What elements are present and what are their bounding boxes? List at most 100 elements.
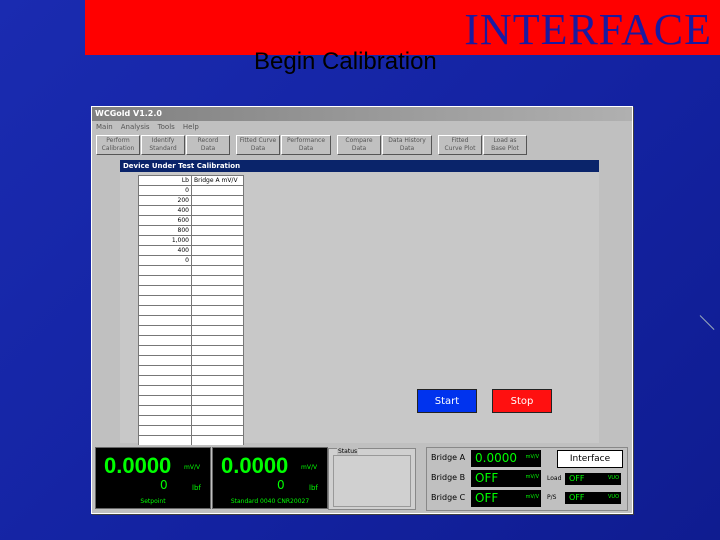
menu-analysis[interactable]: Analysis [121,121,150,133]
bridge-cell[interactable] [191,255,244,266]
lb-cell[interactable] [138,375,192,386]
table-row[interactable] [138,425,244,436]
bridge-cell[interactable] [191,295,244,306]
bridge-cell[interactable] [191,325,244,336]
lb-cell[interactable] [138,395,192,406]
lb-cell[interactable] [138,345,192,356]
bridge-cell[interactable] [191,315,244,326]
table-row[interactable]: 200 [138,195,244,206]
table-row[interactable] [138,375,244,386]
bridge-cell[interactable] [191,235,244,246]
table-row[interactable] [138,335,244,346]
menu-main[interactable]: Main [96,121,113,133]
bridge-cell[interactable] [191,225,244,236]
bridge-cell[interactable] [191,385,244,396]
table-row[interactable] [138,315,244,326]
lb-cell[interactable] [138,265,192,276]
record-data-button[interactable]: Record Data [186,135,230,155]
table-row[interactable] [138,415,244,426]
start-button[interactable]: Start [417,389,477,413]
interface-button[interactable]: Interface [557,450,623,468]
lb-cell[interactable]: 0 [138,255,192,266]
bridge-cell[interactable] [191,365,244,376]
data-history-button[interactable]: Data History Data [382,135,432,155]
lb-cell[interactable] [138,325,192,336]
lb-cell[interactable] [138,405,192,416]
lb-cell[interactable] [138,295,192,306]
bridge-cell[interactable] [191,265,244,276]
lb-cell[interactable] [138,365,192,376]
lb-cell[interactable] [138,275,192,286]
table-row[interactable]: 0 [138,185,244,196]
table-row[interactable]: 400 [138,245,244,256]
bridge-cell[interactable] [191,355,244,366]
lb-cell[interactable]: 400 [138,205,192,216]
table-row[interactable] [138,265,244,276]
identify-standard-button[interactable]: Identify Standard [141,135,185,155]
performance-data-button[interactable]: Performance Data [281,135,331,155]
table-row[interactable]: 800 [138,225,244,236]
bridge-cell[interactable] [191,205,244,216]
lb-cell[interactable]: 200 [138,195,192,206]
lb-cell[interactable]: 800 [138,225,192,236]
slide-subtitle: Begin Calibration [254,48,437,75]
lb-cell[interactable] [138,385,192,396]
table-row[interactable]: 0 [138,255,244,266]
compare-data-button[interactable]: Compare Data [337,135,381,155]
lb-cell[interactable] [138,335,192,346]
bridge-b-value: OFF mV/V [471,470,541,487]
lb-cell[interactable] [138,355,192,366]
lb-cell[interactable] [138,305,192,316]
table-row[interactable] [138,405,244,416]
table-row[interactable] [138,395,244,406]
load-value: OFF VUO [565,473,621,485]
bridge-cell[interactable] [191,345,244,356]
menu-help[interactable]: Help [183,121,199,133]
ps-label: P/S [547,494,557,501]
bridge-cell[interactable] [191,425,244,436]
readout-footer: Standard 0040 CNR20027 [230,498,310,505]
bridge-cell[interactable] [191,305,244,316]
fitted-curve-plot-button[interactable]: Fitted Curve Plot [438,135,482,155]
readout-load: 0 [160,478,168,492]
table-row[interactable] [138,365,244,376]
lb-cell[interactable]: 600 [138,215,192,226]
bridge-cell[interactable] [191,435,244,446]
bridge-cell[interactable] [191,275,244,286]
table-row[interactable] [138,275,244,286]
bridge-cell[interactable] [191,215,244,226]
bridge-cell[interactable] [191,195,244,206]
menu-tools[interactable]: Tools [158,121,175,133]
lb-cell[interactable] [138,315,192,326]
bridge-cell[interactable] [191,285,244,296]
bridge-cell[interactable] [191,405,244,416]
table-row[interactable]: 400 [138,205,244,216]
bridge-cell[interactable] [191,395,244,406]
lb-cell[interactable]: 400 [138,245,192,256]
bridge-cell[interactable] [191,245,244,256]
lb-cell[interactable] [138,435,192,446]
table-row[interactable] [138,355,244,366]
bridge-cell[interactable] [191,375,244,386]
fitted-curve-data-button[interactable]: Fitted Curve Data [236,135,280,155]
lb-cell[interactable]: 0 [138,185,192,196]
bridge-cell[interactable] [191,185,244,196]
table-row[interactable]: 1,000 [138,235,244,246]
lb-cell[interactable] [138,285,192,296]
table-row[interactable] [138,385,244,396]
table-row[interactable] [138,345,244,356]
table-row[interactable] [138,285,244,296]
stop-button[interactable]: Stop [492,389,552,413]
perform-calibration-button[interactable]: Perform Calibration [96,135,140,155]
table-row[interactable] [138,305,244,316]
table-row[interactable] [138,435,244,446]
lb-cell[interactable] [138,415,192,426]
bridge-cell[interactable] [191,415,244,426]
table-row[interactable] [138,295,244,306]
load-base-plot-button[interactable]: Load as Base Plot [483,135,527,155]
bridge-cell[interactable] [191,335,244,346]
table-row[interactable]: 600 [138,215,244,226]
lb-cell[interactable] [138,425,192,436]
lb-cell[interactable]: 1,000 [138,235,192,246]
table-row[interactable] [138,325,244,336]
